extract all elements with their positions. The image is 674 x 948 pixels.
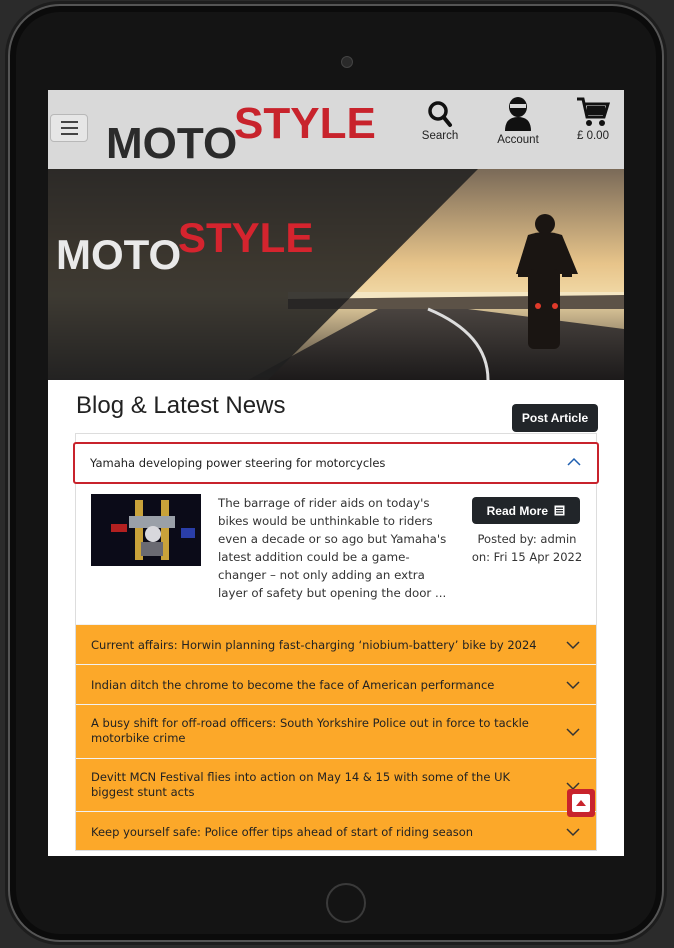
scroll-to-top-button[interactable]	[567, 789, 595, 817]
screen: MOTO STYLE Search Account £ 0.00 MOTO ST…	[48, 90, 624, 856]
read-more-button[interactable]: Read More	[472, 497, 580, 524]
accordion-item[interactable]: Keep yourself safe: Police offer tips ah…	[76, 811, 596, 850]
accordion-item[interactable]: A busy shift for off-road officers: Sout…	[76, 704, 596, 758]
page-title: Blog & Latest News	[76, 392, 286, 419]
cart-total: £ 0.00	[577, 130, 609, 142]
chevron-up-icon	[567, 457, 581, 466]
cart-nav[interactable]: £ 0.00	[568, 97, 618, 142]
search-nav[interactable]: Search	[414, 100, 466, 142]
hero-logo-style: STYLE	[178, 214, 313, 261]
article-title: Current affairs: Horwin planning fast-ch…	[91, 638, 537, 652]
search-icon	[428, 101, 452, 127]
shopping-cart-icon	[577, 97, 610, 126]
article-thumbnail[interactable]	[91, 494, 201, 566]
camera-icon	[341, 56, 353, 68]
site-logo[interactable]: MOTO STYLE	[106, 98, 396, 164]
accordion-item[interactable]: Current affairs: Horwin planning fast-ch…	[76, 624, 596, 664]
chevron-down-icon	[566, 681, 580, 690]
posted-by: Posted by: admin	[477, 532, 577, 546]
article-title: Yamaha developing power steering for mot…	[90, 456, 386, 470]
hamburger-icon	[61, 121, 78, 123]
account-icon	[505, 97, 531, 131]
accordion-body: The barrage of rider aids on today's bik…	[76, 484, 596, 624]
chevron-down-icon	[566, 641, 580, 650]
article-excerpt: The barrage of rider aids on today's bik…	[218, 496, 447, 600]
hero-logo-moto: MOTO	[56, 231, 181, 278]
home-button[interactable]	[326, 883, 366, 923]
post-meta: Posted by: admin on: Fri 15 Apr 2022	[470, 530, 584, 566]
article-title: A busy shift for off-road officers: Sout…	[91, 716, 529, 745]
article-title: Keep yourself safe: Police offer tips ah…	[91, 825, 474, 839]
menu-toggle-button[interactable]	[50, 114, 88, 142]
newspaper-icon	[554, 505, 565, 515]
chevron-down-icon	[566, 728, 580, 737]
caret-up-icon	[572, 794, 590, 812]
search-label: Search	[421, 130, 459, 142]
posted-on: on: Fri 15 Apr 2022	[471, 550, 583, 564]
hero-image: MOTO STYLE	[48, 169, 624, 380]
article-title: Indian ditch the chrome to become the fa…	[91, 678, 495, 692]
logo-style-text: STYLE	[234, 99, 376, 148]
accordion-item[interactable]: Indian ditch the chrome to become the fa…	[76, 664, 596, 704]
chevron-down-icon	[566, 828, 580, 837]
news-accordion: Yamaha developing power steering for mot…	[73, 433, 599, 851]
accordion-item[interactable]: Devitt MCN Festival flies into action on…	[76, 758, 596, 811]
post-article-button[interactable]: Post Article	[512, 404, 598, 432]
hero-banner: MOTO STYLE	[48, 169, 624, 380]
site-header: MOTO STYLE Search Account £ 0.00	[48, 90, 624, 169]
logo-moto-text: MOTO	[106, 119, 237, 164]
account-label: Account	[497, 134, 539, 146]
accordion-header-open[interactable]: Yamaha developing power steering for mot…	[73, 442, 599, 484]
read-more-label: Read More	[486, 503, 548, 518]
account-nav[interactable]: Account	[490, 97, 546, 146]
article-title: Devitt MCN Festival flies into action on…	[91, 770, 511, 799]
